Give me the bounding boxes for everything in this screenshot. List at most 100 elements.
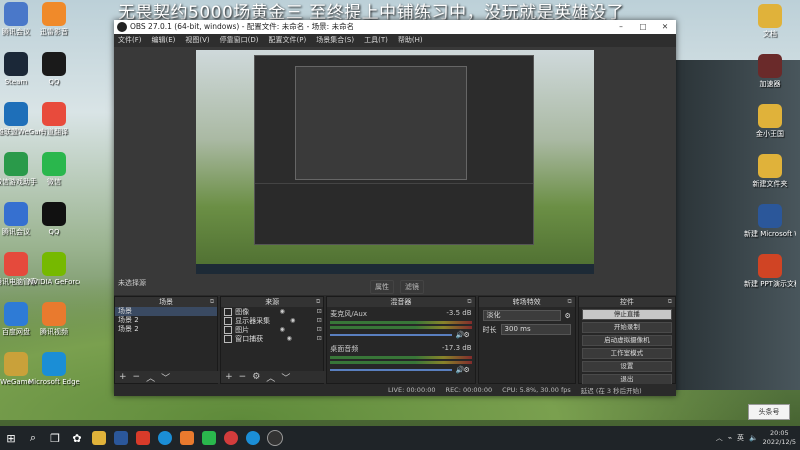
widgets-icon[interactable]: ✿ (66, 427, 88, 449)
speaker-icon[interactable]: 🔈 (749, 434, 758, 442)
gear-icon[interactable]: ⚙ (464, 332, 472, 339)
add-scene-icon[interactable]: + (119, 372, 127, 382)
desktop-icon[interactable]: 有道翻译 (28, 102, 80, 137)
duration-label: 时长 (482, 325, 497, 334)
tray-chevron-icon[interactable]: ︿ (716, 433, 723, 443)
desktop-icon[interactable]: 加速器 (744, 54, 796, 89)
obs-taskbar-icon[interactable] (264, 427, 286, 449)
gear-icon[interactable]: ⚙ (565, 312, 571, 320)
scene-item[interactable]: 场景 (115, 307, 218, 316)
desktop-icon[interactable]: NVIDIA GeForce (28, 252, 80, 287)
desktop-icon[interactable]: 新建 Microsoft Word 文档 (744, 204, 796, 239)
settings-button[interactable]: 设置 (581, 361, 673, 372)
move-down-icon[interactable]: ﹀ (281, 371, 290, 384)
visibility-eye-icon[interactable]: ◉ (285, 335, 293, 342)
app-icon[interactable] (198, 427, 220, 449)
app-icon (4, 152, 28, 176)
lock-icon[interactable]: ⊡ (315, 308, 323, 315)
float-dock-icon[interactable]: ⧉ (567, 297, 571, 307)
task-view-icon[interactable]: ❐ (44, 427, 66, 449)
desktop-icon[interactable]: 文档 (744, 4, 796, 39)
source-item[interactable]: 窗口捕获 ◉ ⊡ (221, 334, 323, 343)
add-source-icon[interactable]: + (225, 372, 233, 382)
virtual-camera-button[interactable]: 启动虚拟摄像机 (581, 335, 673, 346)
float-dock-icon[interactable]: ⧉ (668, 297, 672, 307)
menu-profile[interactable]: 配置文件(P) (269, 34, 307, 47)
network-icon[interactable]: ⌁ (728, 434, 732, 442)
app-icon (42, 352, 66, 376)
menu-tools[interactable]: 工具(T) (364, 34, 388, 47)
app-icon[interactable] (132, 427, 154, 449)
obs-preview-canvas[interactable] (196, 50, 594, 274)
scenes-dock-header: 场景 ⧉ (115, 297, 218, 307)
desktop-icon[interactable]: 新建文件夹 (744, 154, 796, 189)
desktop-icon[interactable]: QQ (28, 202, 80, 237)
duration-input[interactable]: 300 ms (500, 324, 571, 335)
language-indicator[interactable]: 英 (737, 433, 744, 443)
desktop-icon[interactable]: 金小王国 (744, 104, 796, 139)
start-recording-button[interactable]: 开始录制 (581, 322, 673, 333)
transition-select[interactable]: 淡化 (482, 310, 561, 321)
scene-item[interactable]: 场景 2 (115, 316, 217, 325)
desktop-icon[interactable]: 腾讯视频 (28, 302, 80, 337)
file-icon (758, 154, 782, 178)
app-icon[interactable] (220, 427, 242, 449)
gear-icon[interactable]: ⚙ (252, 372, 260, 382)
desktop-icon[interactable]: QQ (28, 52, 80, 87)
menu-view[interactable]: 视图(V) (185, 34, 209, 47)
filters-button[interactable]: 滤镜 (400, 280, 424, 294)
menu-scene-collection[interactable]: 场景集合(S) (316, 34, 354, 47)
float-dock-icon[interactable]: ⧉ (467, 297, 471, 307)
visibility-eye-icon[interactable]: ◉ (278, 308, 286, 315)
speaker-icon[interactable]: 🔊 (456, 332, 465, 339)
app-icon[interactable] (176, 427, 198, 449)
volume-slider[interactable]: 🔊 ⚙ (330, 332, 472, 339)
channel-db: -17.3 dB (441, 344, 472, 352)
move-up-icon[interactable]: ︿ (266, 371, 275, 384)
volume-slider[interactable]: 🔊 ⚙ (330, 367, 472, 374)
minimize-button[interactable]: – (610, 20, 632, 34)
source-toolbar: 属性 滤镜 (370, 280, 424, 294)
stop-streaming-button[interactable]: 停止直播 (581, 309, 673, 320)
studio-mode-button[interactable]: 工作室模式 (581, 348, 673, 359)
remove-source-icon[interactable]: − (239, 372, 247, 382)
move-down-icon[interactable]: ﹀ (161, 371, 170, 384)
maximize-button[interactable]: □ (632, 20, 654, 34)
edge-icon[interactable] (242, 427, 264, 449)
menu-docks[interactable]: 停靠窗口(D) (220, 34, 259, 47)
desktop-icon[interactable]: Microsoft Edge (28, 352, 80, 387)
mixer-dock: 混音器 ⧉ 麦克风/Aux -3.5 dB 🔊 ⚙ 桌面音频 -17.3 dB 🔊 ⚙ (326, 296, 476, 384)
file-explorer-icon[interactable] (88, 427, 110, 449)
menu-file[interactable]: 文件(F) (118, 34, 142, 47)
speaker-icon[interactable]: 🔊 (456, 367, 465, 374)
lock-icon[interactable]: ⊡ (315, 326, 323, 333)
visibility-eye-icon[interactable]: ◉ (278, 326, 286, 333)
float-dock-icon[interactable]: ⧉ (210, 297, 214, 307)
close-button[interactable]: ✕ (654, 20, 676, 34)
desktop-icon-label: 金小王国 (756, 130, 784, 138)
search-icon[interactable]: ⌕ (22, 427, 44, 449)
desktop-icon[interactable]: 微信 (28, 152, 80, 187)
windows-start-icon[interactable]: ⊞ (0, 427, 22, 449)
properties-button[interactable]: 属性 (370, 280, 394, 294)
app-icon[interactable] (154, 427, 176, 449)
lock-icon[interactable]: ⊡ (315, 335, 323, 342)
desktop-icon[interactable]: 迅雷影音 (28, 2, 80, 37)
app-icon[interactable] (110, 427, 132, 449)
visibility-eye-icon[interactable]: ◉ (289, 317, 297, 324)
gear-icon[interactable]: ⚙ (464, 367, 472, 374)
lock-icon[interactable]: ⊡ (315, 317, 323, 324)
remove-scene-icon[interactable]: − (133, 372, 141, 382)
clock[interactable]: 20:05 2022/12/5 (763, 429, 796, 447)
audio-meter (330, 321, 472, 324)
obs-titlebar[interactable]: OBS 27.0.1 (64-bit, windows) - 配置文件: 未命名… (114, 20, 676, 34)
clock-time: 20:05 (769, 429, 789, 437)
menu-help[interactable]: 帮助(H) (398, 34, 423, 47)
move-up-icon[interactable]: ︿ (146, 371, 155, 384)
float-dock-icon[interactable]: ⧉ (316, 297, 320, 307)
scene-item[interactable]: 场景 2 (115, 325, 217, 334)
menu-edit[interactable]: 编辑(E) (152, 34, 176, 47)
desktop-icon[interactable]: 新建 PPT演示文稿 (744, 254, 796, 289)
mixer-dock-header: 混音器 ⧉ (327, 297, 475, 307)
mixer-dock-title: 混音器 (390, 298, 412, 306)
